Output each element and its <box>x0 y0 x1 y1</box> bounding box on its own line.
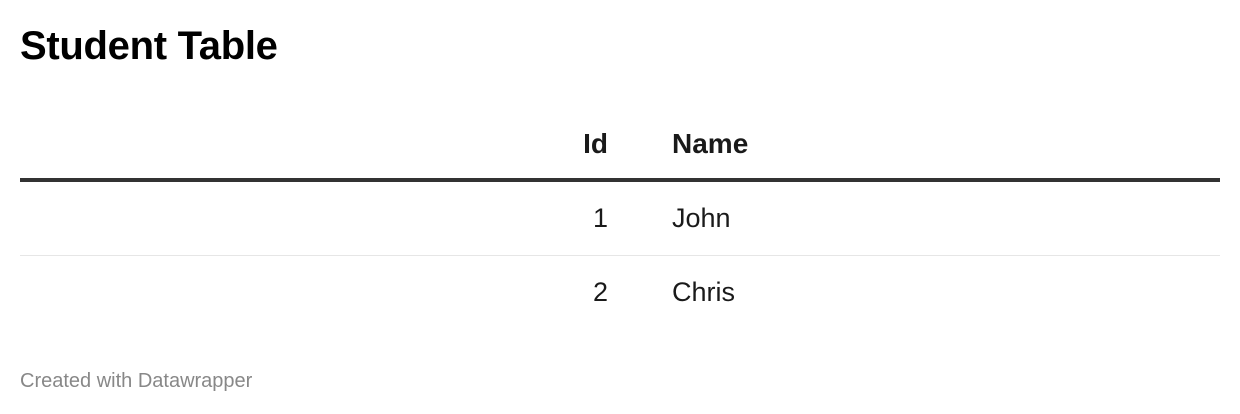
table-row: 2 Chris <box>20 256 1220 330</box>
student-table-container: Id Name 1 John 2 Chris <box>20 110 1220 329</box>
cell-id: 1 <box>20 180 608 256</box>
table-row: 1 John <box>20 180 1220 256</box>
chart-title: Student Table <box>20 24 278 68</box>
cell-id: 2 <box>592 277 608 307</box>
column-header-name[interactable]: Name <box>608 110 1220 182</box>
table-body: 1 John 2 Chris <box>20 180 1220 329</box>
table-header: Id Name <box>20 110 1220 182</box>
header-row: Id Name <box>20 110 1220 182</box>
column-header-id[interactable]: Id <box>20 110 608 182</box>
student-table: Id Name 1 John 2 Chris <box>20 110 1220 329</box>
cell-name: John <box>608 180 1220 256</box>
datawrapper-credit: Created with Datawrapper <box>20 370 253 392</box>
cell-name: Chris <box>672 277 736 307</box>
